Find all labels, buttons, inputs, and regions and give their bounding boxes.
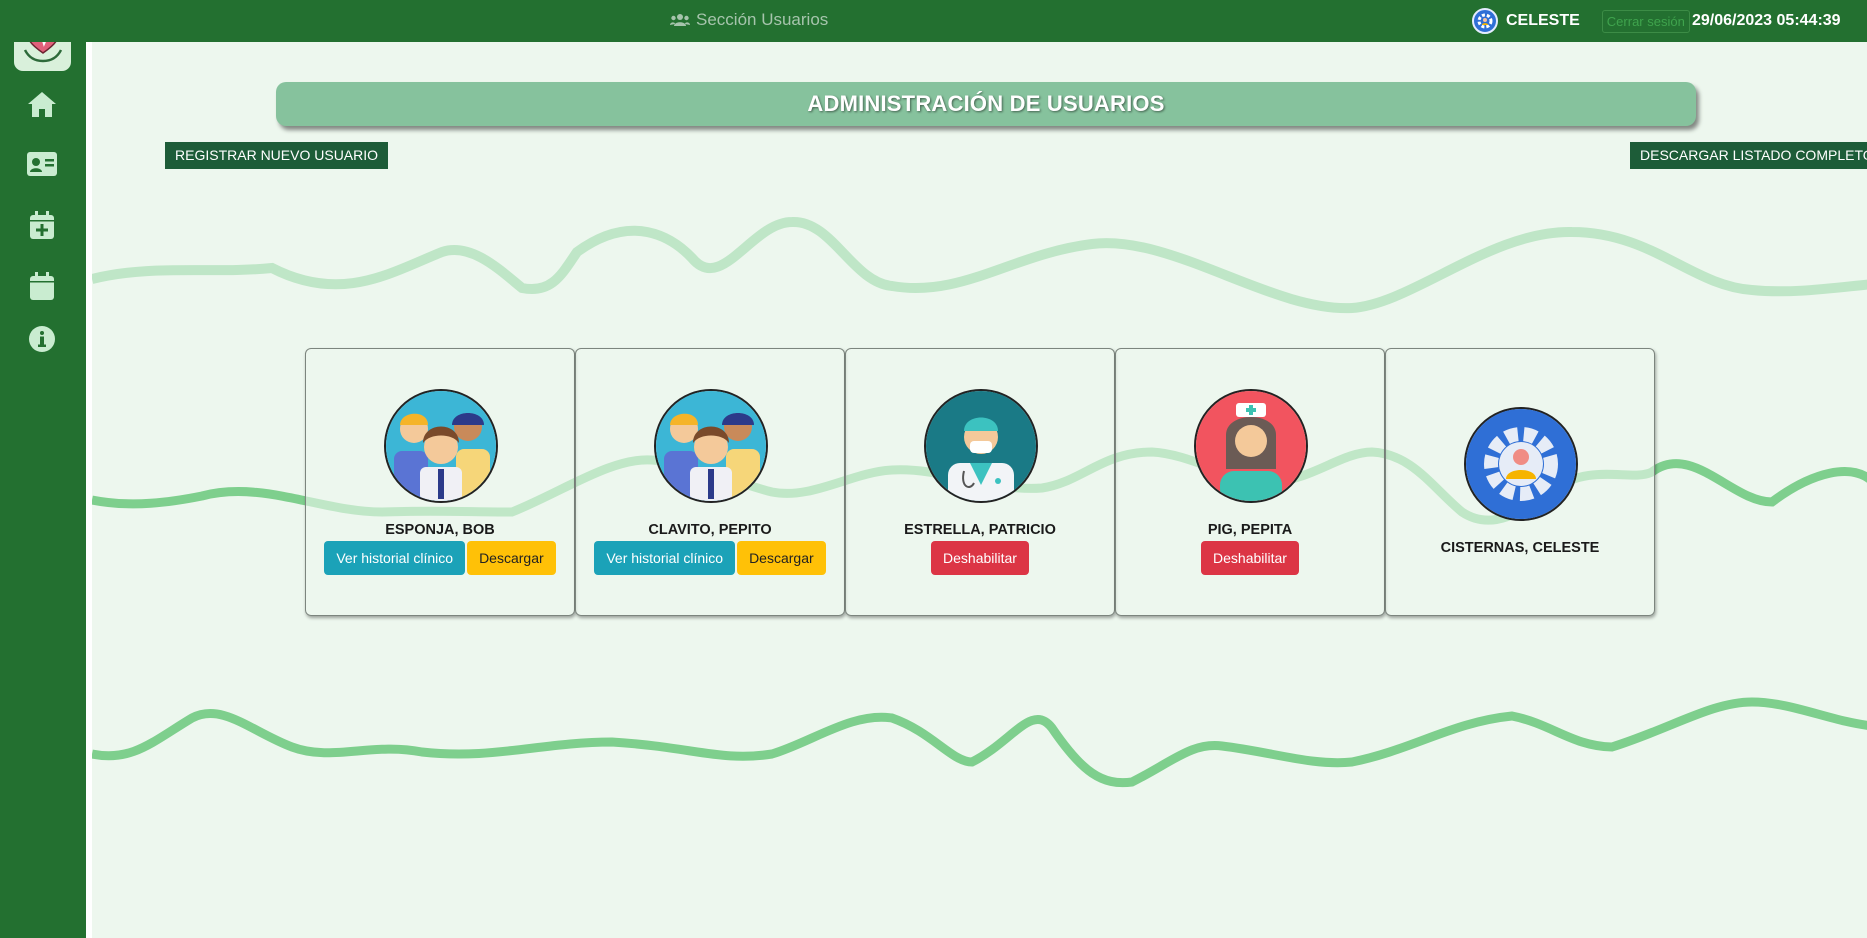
- patients-group-avatar: [654, 389, 768, 503]
- download-full-list-button[interactable]: DESCARGAR LISTADO COMPLETO: [1630, 142, 1867, 169]
- id-card-icon[interactable]: [24, 146, 60, 182]
- calendar-icon[interactable]: [24, 268, 60, 304]
- user-card: CLAVITO, PEPITO Ver historial clínico De…: [575, 348, 845, 616]
- calendar-plus-icon[interactable]: [24, 207, 60, 243]
- logout-button[interactable]: Cerrar sesión: [1601, 9, 1690, 33]
- main-content: ADMINISTRACIÓN DE USUARIOS REGISTRAR NUE…: [86, 42, 1867, 938]
- nurse-avatar: [1194, 389, 1308, 503]
- gear-icon: [1477, 13, 1493, 29]
- page-header: ADMINISTRACIÓN DE USUARIOS: [276, 82, 1696, 126]
- user-card: ESPONJA, BOB Ver historial clínico Desca…: [305, 348, 575, 616]
- admin-gear-avatar: [1464, 407, 1578, 521]
- patients-group-avatar: [384, 389, 498, 503]
- user-card: ESTRELLA, PATRICIO Deshabilitar: [845, 348, 1115, 616]
- info-icon[interactable]: [24, 321, 60, 357]
- home-icon[interactable]: [24, 86, 60, 122]
- page-title: ADMINISTRACIÓN DE USUARIOS: [807, 91, 1165, 116]
- user-card: CISTERNAS, CELESTE: [1385, 348, 1655, 616]
- user-name: CELESTE: [1506, 12, 1580, 29]
- user-name-label: ESTRELLA, PATRICIO: [904, 522, 1056, 538]
- users-icon: [670, 14, 690, 26]
- user-name-label: ESPONJA, BOB: [385, 522, 495, 538]
- top-bar: Sección Usuarios CELESTE Cerrar sesión 2…: [0, 0, 1867, 42]
- section-title-label: Sección Usuarios: [696, 10, 829, 29]
- register-user-button[interactable]: REGISTRAR NUEVO USUARIO: [165, 142, 389, 169]
- disable-button[interactable]: Deshabilitar: [931, 541, 1029, 575]
- disable-button[interactable]: Deshabilitar: [1201, 541, 1299, 575]
- section-title: Sección Usuarios: [670, 10, 828, 30]
- view-history-button[interactable]: Ver historial clínico: [324, 541, 466, 575]
- user-avatar: [1472, 8, 1498, 34]
- user-name-label: PIG, PEPITA: [1207, 522, 1293, 538]
- download-button[interactable]: Descargar: [737, 541, 826, 575]
- download-button[interactable]: Descargar: [467, 541, 556, 575]
- view-history-button[interactable]: Ver historial clínico: [594, 541, 736, 575]
- user-area: CELESTE Cerrar sesión: [1472, 8, 1690, 34]
- user-name-label: CLAVITO, PEPITO: [648, 522, 772, 538]
- user-name-label: CISTERNAS, CELESTE: [1440, 540, 1600, 556]
- datetime: 29/06/2023 05:44:39: [1692, 12, 1841, 29]
- user-card: PIG, PEPITA Deshabilitar: [1115, 348, 1385, 616]
- doctor-avatar: [924, 389, 1038, 503]
- sidebar: [0, 0, 86, 938]
